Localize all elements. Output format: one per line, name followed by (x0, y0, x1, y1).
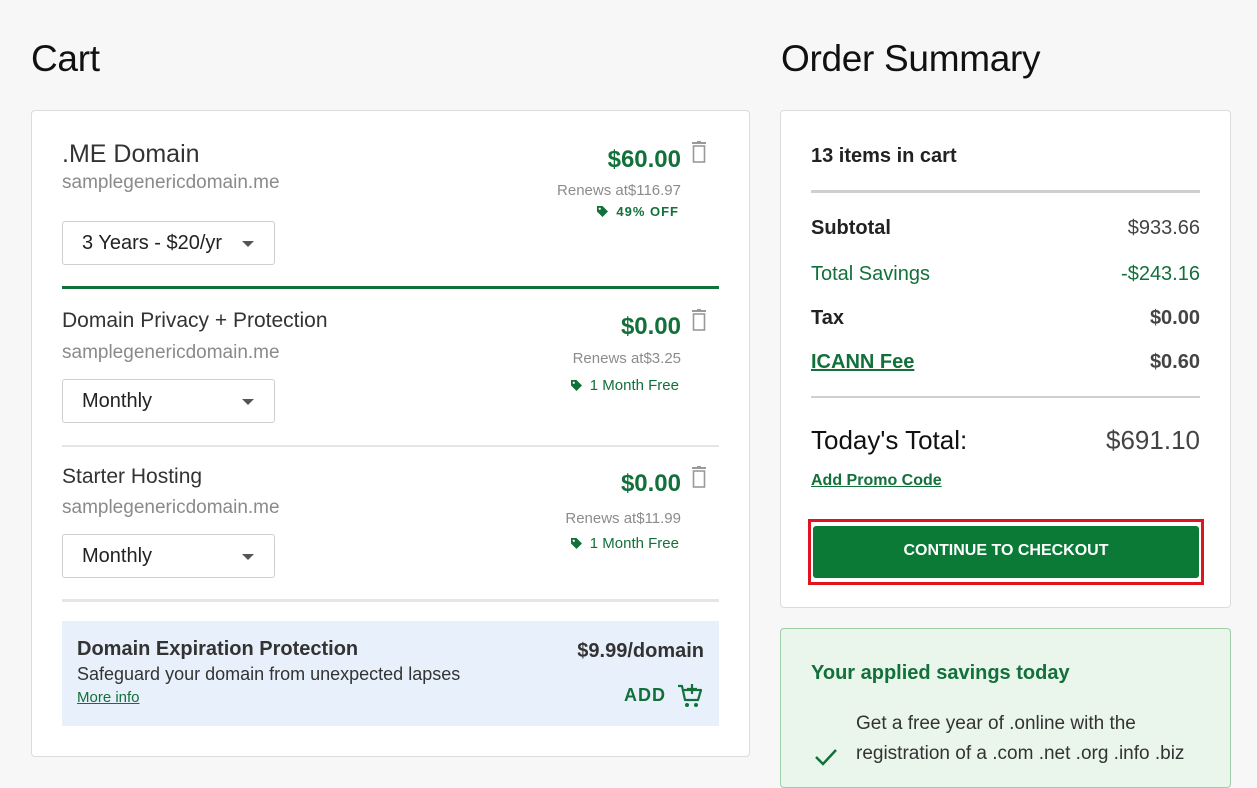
term-select-value: 3 Years - $20/yr (82, 232, 223, 254)
total-label: Today's Total: (811, 425, 968, 455)
item-promo: 49% OFF (597, 204, 679, 219)
cart-item-me-domain: .ME Domain samplegenericdomain.me $60.00… (62, 111, 719, 291)
total-value: $691.10 (1106, 425, 1200, 455)
upsell-expiration-protection: Domain Expiration Protection Safeguard y… (62, 621, 719, 726)
item-title: .ME Domain (62, 140, 200, 168)
tax-label: Tax (811, 307, 844, 329)
term-select[interactable]: 3 Years - $20/yr (62, 221, 275, 265)
add-label: ADD (624, 684, 666, 705)
divider (62, 599, 719, 602)
cart-item-hosting: Starter Hosting samplegenericdomain.me $… (62, 447, 719, 599)
upsell-price: $9.99/domain (577, 640, 704, 662)
tag-icon (597, 206, 609, 217)
item-title: Starter Hosting (62, 465, 203, 488)
term-select[interactable]: Monthly (62, 379, 275, 423)
item-domain: samplegenericdomain.me (62, 497, 280, 518)
item-title: Domain Privacy + Protection (62, 309, 328, 332)
continue-to-checkout-button[interactable]: CONTINUE TO CHECKOUT (813, 526, 1199, 578)
cart-add-icon (678, 684, 703, 707)
item-renews: Renews at$3.25 (572, 350, 681, 367)
chevron-down-icon (242, 554, 254, 560)
item-promo: 1 Month Free (570, 535, 679, 552)
savings-panel-title: Your applied savings today (811, 662, 1070, 684)
subtotal-value: $933.66 (1127, 217, 1200, 239)
chevron-down-icon (242, 399, 254, 405)
item-domain: samplegenericdomain.me (62, 172, 280, 193)
item-price: $60.00 (607, 146, 681, 173)
subtotal-label: Subtotal (811, 217, 891, 239)
chevron-down-icon (242, 241, 254, 247)
item-renews: Renews at$116.97 (557, 182, 681, 199)
savings-value: -$243.16 (1121, 263, 1200, 285)
item-renews: Renews at$11.99 (565, 510, 681, 527)
icann-row: ICANN Fee $0.60 (811, 351, 1200, 374)
savings-row: Total Savings -$243.16 (811, 263, 1200, 286)
icann-value: $0.60 (1149, 351, 1200, 373)
check-icon (815, 749, 837, 766)
item-price: $0.00 (620, 313, 681, 340)
item-promo: 1 Month Free (570, 377, 679, 394)
order-summary-title: Order Summary (781, 38, 1041, 79)
trash-icon[interactable] (691, 309, 707, 331)
upsell-add-button[interactable]: ADD (624, 681, 704, 709)
item-price: $0.00 (620, 470, 681, 497)
promo-label: 1 Month Free (589, 377, 679, 394)
tag-icon (570, 538, 582, 549)
item-domain: samplegenericdomain.me (62, 342, 280, 363)
summary-divider (811, 190, 1200, 193)
upsell-more-info-link[interactable]: More info (77, 689, 140, 706)
tax-row: Tax $0.00 (811, 307, 1200, 330)
savings-label: Total Savings (811, 263, 930, 285)
savings-panel: Your applied savings today Get a free ye… (780, 628, 1231, 788)
order-summary-card: 13 items in cart Subtotal $933.66 Total … (780, 110, 1231, 608)
tax-value: $0.00 (1149, 307, 1200, 329)
trash-icon[interactable] (691, 141, 707, 163)
summary-divider (811, 396, 1200, 398)
term-select-value: Monthly (82, 390, 153, 412)
cart-title: Cart (31, 38, 100, 79)
tag-icon (570, 380, 582, 391)
add-promo-code-link[interactable]: Add Promo Code (811, 472, 942, 490)
savings-line-2: registration of a .com .net .org .info .… (856, 743, 1185, 764)
icann-fee-link[interactable]: ICANN Fee (811, 351, 914, 374)
total-row: Today's Total: $691.10 (811, 425, 1200, 456)
trash-icon[interactable] (691, 466, 707, 488)
savings-line-1: Get a free year of .online with the (856, 713, 1136, 734)
items-count: 13 items in cart (811, 145, 957, 167)
upsell-title: Domain Expiration Protection (77, 638, 359, 660)
promo-label: 49% OFF (616, 204, 679, 219)
upsell-description: Safeguard your domain from unexpected la… (77, 664, 461, 684)
cart-card: .ME Domain samplegenericdomain.me $60.00… (31, 110, 750, 757)
promo-label: 1 Month Free (589, 535, 679, 552)
term-select-value: Monthly (82, 545, 153, 567)
term-select[interactable]: Monthly (62, 534, 275, 578)
cart-item-privacy: Domain Privacy + Protection samplegeneri… (62, 289, 719, 445)
subtotal-row: Subtotal $933.66 (811, 217, 1200, 240)
